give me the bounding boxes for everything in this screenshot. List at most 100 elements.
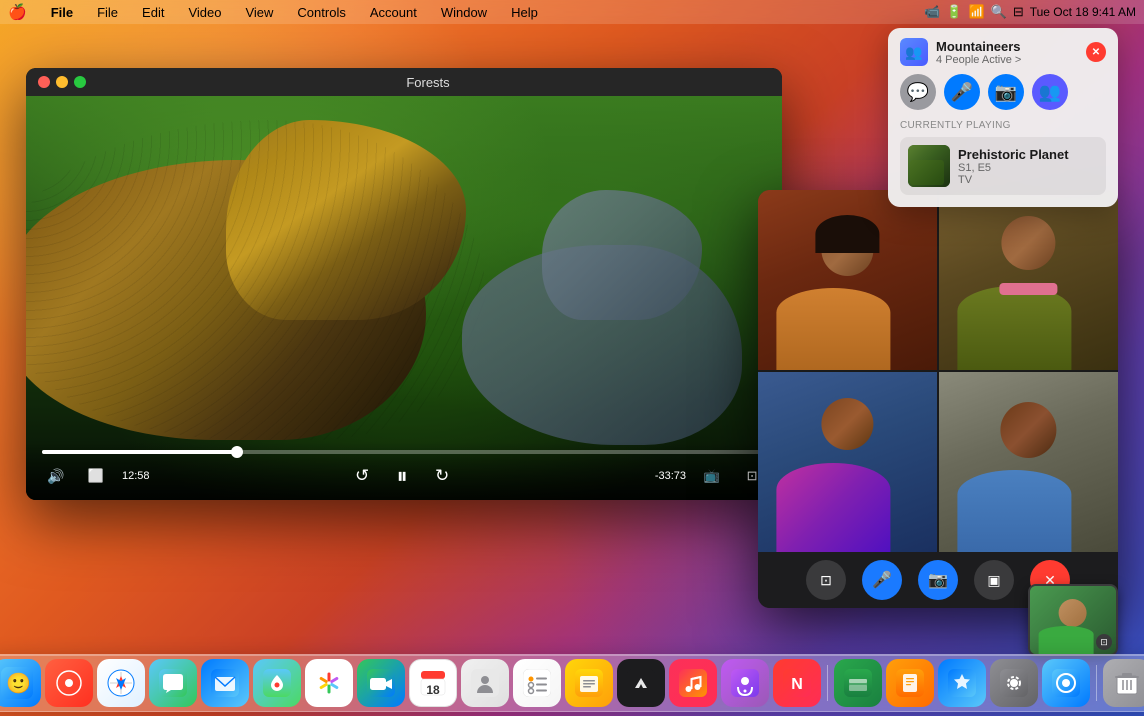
content-subtitle: S1, E5 (958, 162, 1069, 174)
currently-playing-label: Currently Playing (900, 120, 1106, 131)
menu-window[interactable]: Window (437, 5, 491, 20)
subtitle-button[interactable]: ⬜ (82, 462, 110, 490)
datetime-display: Tue Oct 18 9:41 AM (1030, 5, 1136, 19)
facetime-mic-button[interactable]: 🎤 (862, 560, 902, 600)
menu-file[interactable]: File (93, 5, 122, 20)
rewind-10s-button[interactable]: ↺ (348, 462, 376, 490)
notif-group-info: Mountaineers 4 People Active > (936, 39, 1078, 66)
currently-playing-section[interactable]: Prehistoric Planet S1, E5 TV (900, 137, 1106, 195)
menu-help[interactable]: Help (507, 5, 542, 20)
notif-shareplay-button[interactable]: 👥 (1032, 74, 1068, 110)
dock-contacts[interactable] (461, 659, 509, 707)
dock-music[interactable] (669, 659, 717, 707)
menu-controls[interactable]: Controls (293, 5, 349, 20)
menubar-right: 📹 🔋 📶 🔍 ⊟ Tue Oct 18 9:41 AM (924, 4, 1136, 20)
dock-finder[interactable]: 🙂 (0, 659, 41, 707)
facetime-participant-2 (939, 190, 1118, 370)
facetime-participant-3 (758, 372, 937, 552)
dock-launchpad[interactable] (45, 659, 93, 707)
controlcenter-icon[interactable]: ⊟ (1013, 4, 1024, 20)
dock-notes[interactable] (565, 659, 613, 707)
dock-podcasts[interactable] (721, 659, 769, 707)
dock-mail[interactable] (201, 659, 249, 707)
dock-separator-2 (1096, 665, 1097, 701)
dock-numbers[interactable] (834, 659, 882, 707)
fullscreen-button[interactable] (74, 76, 86, 88)
dock: 🙂 18OCT (0, 654, 1144, 712)
menubar: 🍎 File File Edit Video View Controls Acc… (0, 0, 1144, 24)
menubar-left: 🍎 File File Edit Video View Controls Acc… (8, 3, 542, 21)
facetime-screenshare-button[interactable]: ⊡ (806, 560, 846, 600)
menu-edit[interactable]: Edit (138, 5, 168, 20)
tv-window-title: Forests (86, 75, 770, 90)
forward-10s-button[interactable]: ↻ (428, 462, 456, 490)
content-info: Prehistoric Planet S1, E5 TV (958, 147, 1069, 186)
content-title: Prehistoric Planet (958, 147, 1069, 162)
menu-account[interactable]: Account (366, 5, 421, 20)
progress-thumb[interactable] (231, 446, 243, 458)
dock-separator (827, 665, 828, 701)
airplay-button[interactable]: 📺 (698, 462, 726, 490)
dino-scales (26, 120, 486, 440)
dino-scene (26, 96, 782, 500)
search-icon[interactable]: 🔍 (991, 4, 1007, 20)
menu-tv[interactable]: File (47, 5, 77, 20)
facetime-status-icon: 📹 (924, 4, 940, 20)
menu-video[interactable]: Video (184, 5, 225, 20)
time-remaining: -33:73 (655, 470, 686, 482)
notif-app-icon: 👥 (900, 38, 928, 66)
self-view-thumbnail: ⊡ (1028, 584, 1118, 656)
dino2-head (542, 190, 702, 320)
volume-button[interactable]: 🔊 (42, 462, 70, 490)
dock-portrait[interactable] (1042, 659, 1090, 707)
dock-pages[interactable] (886, 659, 934, 707)
dock-safari[interactable] (97, 659, 145, 707)
content-type: TV (958, 174, 1069, 186)
video-content: 🔊 ⬜ 12:58 ↺ ⏸ ↻ -33:73 📺 ⊡ (26, 96, 782, 500)
svg-text:🙂: 🙂 (6, 672, 31, 695)
facetime-camera-button[interactable]: 📷 (918, 560, 958, 600)
dock-photos[interactable] (305, 659, 353, 707)
close-button[interactable] (38, 76, 50, 88)
dock-appstore[interactable] (938, 659, 986, 707)
self-view-badge: ⊡ (1096, 634, 1112, 650)
svg-text:N: N (791, 676, 803, 693)
facetime-window: ⊡ 🎤 📷 ▣ ✕ (758, 190, 1118, 608)
wifi-icon: 📶 (968, 4, 984, 20)
dock-calendar[interactable]: 18OCT (409, 659, 457, 707)
dock-facetime[interactable] (357, 659, 405, 707)
time-elapsed: 12:58 (122, 470, 150, 482)
notif-group-name: Mountaineers (936, 39, 1078, 54)
notif-message-button[interactable]: 💬 (900, 74, 936, 110)
progress-fill (42, 450, 237, 454)
dock-appletv[interactable] (617, 659, 665, 707)
dock-messages[interactable] (149, 659, 197, 707)
tv-titlebar: Forests (26, 68, 782, 96)
facetime-pip-button[interactable]: ▣ (974, 560, 1014, 600)
desktop: 🍎 File File Edit Video View Controls Acc… (0, 0, 1144, 716)
dock-maps[interactable] (253, 659, 301, 707)
dock-news[interactable]: N (773, 659, 821, 707)
notif-audio-button[interactable]: 🎤 (944, 74, 980, 110)
traffic-lights (38, 76, 86, 88)
dock-reminders[interactable] (513, 659, 561, 707)
notif-action-buttons: 💬 🎤 📷 👥 (900, 74, 1106, 110)
menu-view[interactable]: View (241, 5, 277, 20)
controls-row: 🔊 ⬜ 12:58 ↺ ⏸ ↻ -33:73 📺 ⊡ (42, 462, 766, 490)
facetime-participant-4 (939, 372, 1118, 552)
apple-menu[interactable]: 🍎 (8, 3, 27, 21)
notif-header: 👥 Mountaineers 4 People Active > ✕ (900, 38, 1106, 66)
minimize-button[interactable] (56, 76, 68, 88)
currently-playing-wrapper: Currently Playing Prehistoric Planet S1,… (900, 120, 1106, 195)
facetime-participant-1 (758, 190, 937, 370)
notif-close-button[interactable]: ✕ (1086, 42, 1106, 62)
svg-text:OCT: OCT (426, 680, 442, 687)
progress-bar[interactable] (42, 450, 766, 454)
notif-video-button[interactable]: 📷 (988, 74, 1024, 110)
content-thumbnail (908, 145, 950, 187)
dock-sysprefs[interactable] (990, 659, 1038, 707)
battery-icon: 🔋 (946, 4, 962, 20)
dock-trash[interactable] (1103, 659, 1144, 707)
play-pause-button[interactable]: ⏸ (388, 462, 416, 490)
notif-group-sub[interactable]: 4 People Active > (936, 54, 1078, 66)
